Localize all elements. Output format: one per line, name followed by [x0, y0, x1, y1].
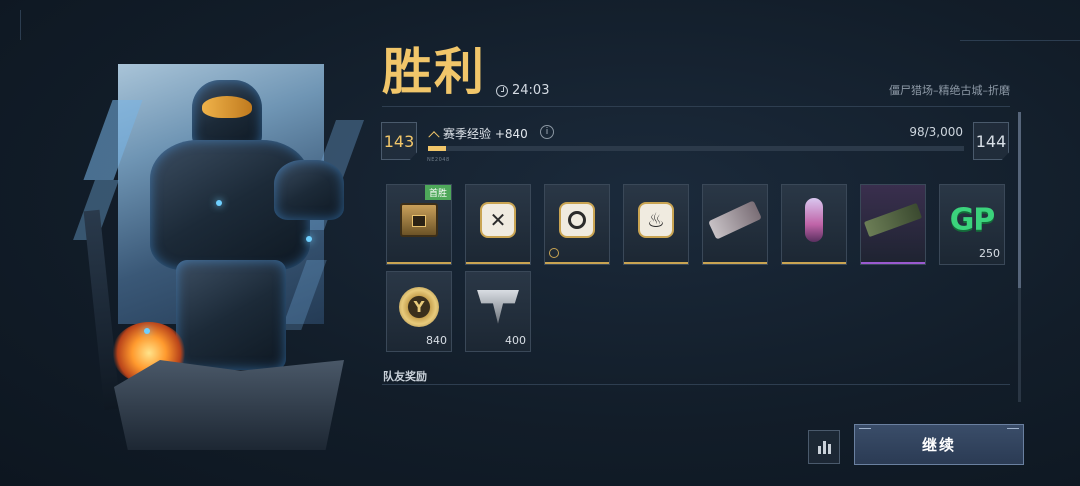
tag-icon	[549, 248, 559, 258]
xp-progress-bar	[428, 146, 964, 151]
rifle-icon	[863, 202, 923, 237]
hero-arm	[274, 160, 344, 220]
bar-chart-icon	[822, 441, 826, 454]
reward-quantity: 250	[979, 247, 1000, 260]
reward-tile[interactable]	[860, 184, 926, 265]
chevron-up-icon	[428, 130, 440, 142]
reward-tile[interactable]: GP 250	[939, 184, 1005, 265]
bar-chart-icon	[827, 444, 831, 454]
timer-value: 24:03	[512, 83, 550, 98]
gp-text: GP	[949, 202, 996, 238]
season-xp-text: 赛季经验 +840	[443, 127, 528, 141]
clock-icon	[496, 84, 508, 97]
rock-base	[114, 360, 344, 450]
xp-tick-label: NE2048	[427, 157, 450, 163]
season-xp-label: 赛季经验 +840	[428, 125, 528, 142]
glow-light	[216, 200, 222, 206]
xp-count: 98/3,000	[909, 125, 963, 139]
scroll-thumb[interactable]	[1018, 112, 1021, 288]
reward-tile[interactable]	[781, 184, 847, 265]
hero-artwork	[73, 60, 365, 466]
frame-line-left	[20, 10, 21, 40]
teammate-rewards-label: 队友奖励	[383, 370, 427, 383]
coin-icon: Y	[399, 286, 439, 327]
reward-tile[interactable]: Y 840	[386, 271, 452, 352]
section-divider	[382, 384, 1010, 385]
winged-emblem-icon	[477, 289, 519, 324]
reward-tile[interactable]	[544, 184, 610, 265]
reward-tile[interactable]	[702, 184, 768, 265]
weapon-skin-icon	[708, 200, 762, 240]
pink-charm-icon	[805, 197, 823, 242]
next-level: 144	[973, 122, 1009, 160]
hero-visor	[202, 96, 252, 118]
result-title: 胜利	[382, 43, 486, 101]
reward-tile[interactable]: ✕	[465, 184, 531, 265]
header-divider	[382, 106, 1010, 107]
hero-legs	[176, 260, 286, 370]
map-name: 僵尸猎场–精绝古城–折磨	[889, 84, 1010, 97]
fountain-emblem-icon: ♨	[638, 201, 674, 238]
bar-chart-icon	[817, 446, 821, 454]
reward-quantity: 840	[426, 334, 447, 347]
continue-button[interactable]: 继续	[854, 424, 1024, 465]
match-timer: 24:03	[496, 83, 549, 98]
frame-line-top	[960, 40, 1080, 41]
glow-light	[306, 236, 312, 242]
scrollbar[interactable]	[1018, 112, 1021, 402]
info-icon[interactable]: i	[540, 125, 554, 139]
reward-tile[interactable]: 400	[465, 271, 531, 352]
first-win-badge: 首胜	[424, 185, 451, 200]
gp-icon: GP	[949, 202, 996, 238]
xp-progress-fill	[428, 146, 446, 151]
crate-icon	[400, 202, 438, 237]
current-level: 143	[381, 122, 417, 160]
reward-tile[interactable]: ♨	[623, 184, 689, 265]
reward-tile[interactable]: 首胜	[386, 184, 452, 265]
hero-blade	[83, 209, 121, 411]
crossed-tools-icon: ✕	[480, 201, 516, 238]
stats-button[interactable]	[808, 430, 840, 464]
reward-quantity: 400	[505, 334, 526, 347]
glow-light	[144, 328, 150, 334]
ring-emblem-icon	[559, 201, 595, 238]
